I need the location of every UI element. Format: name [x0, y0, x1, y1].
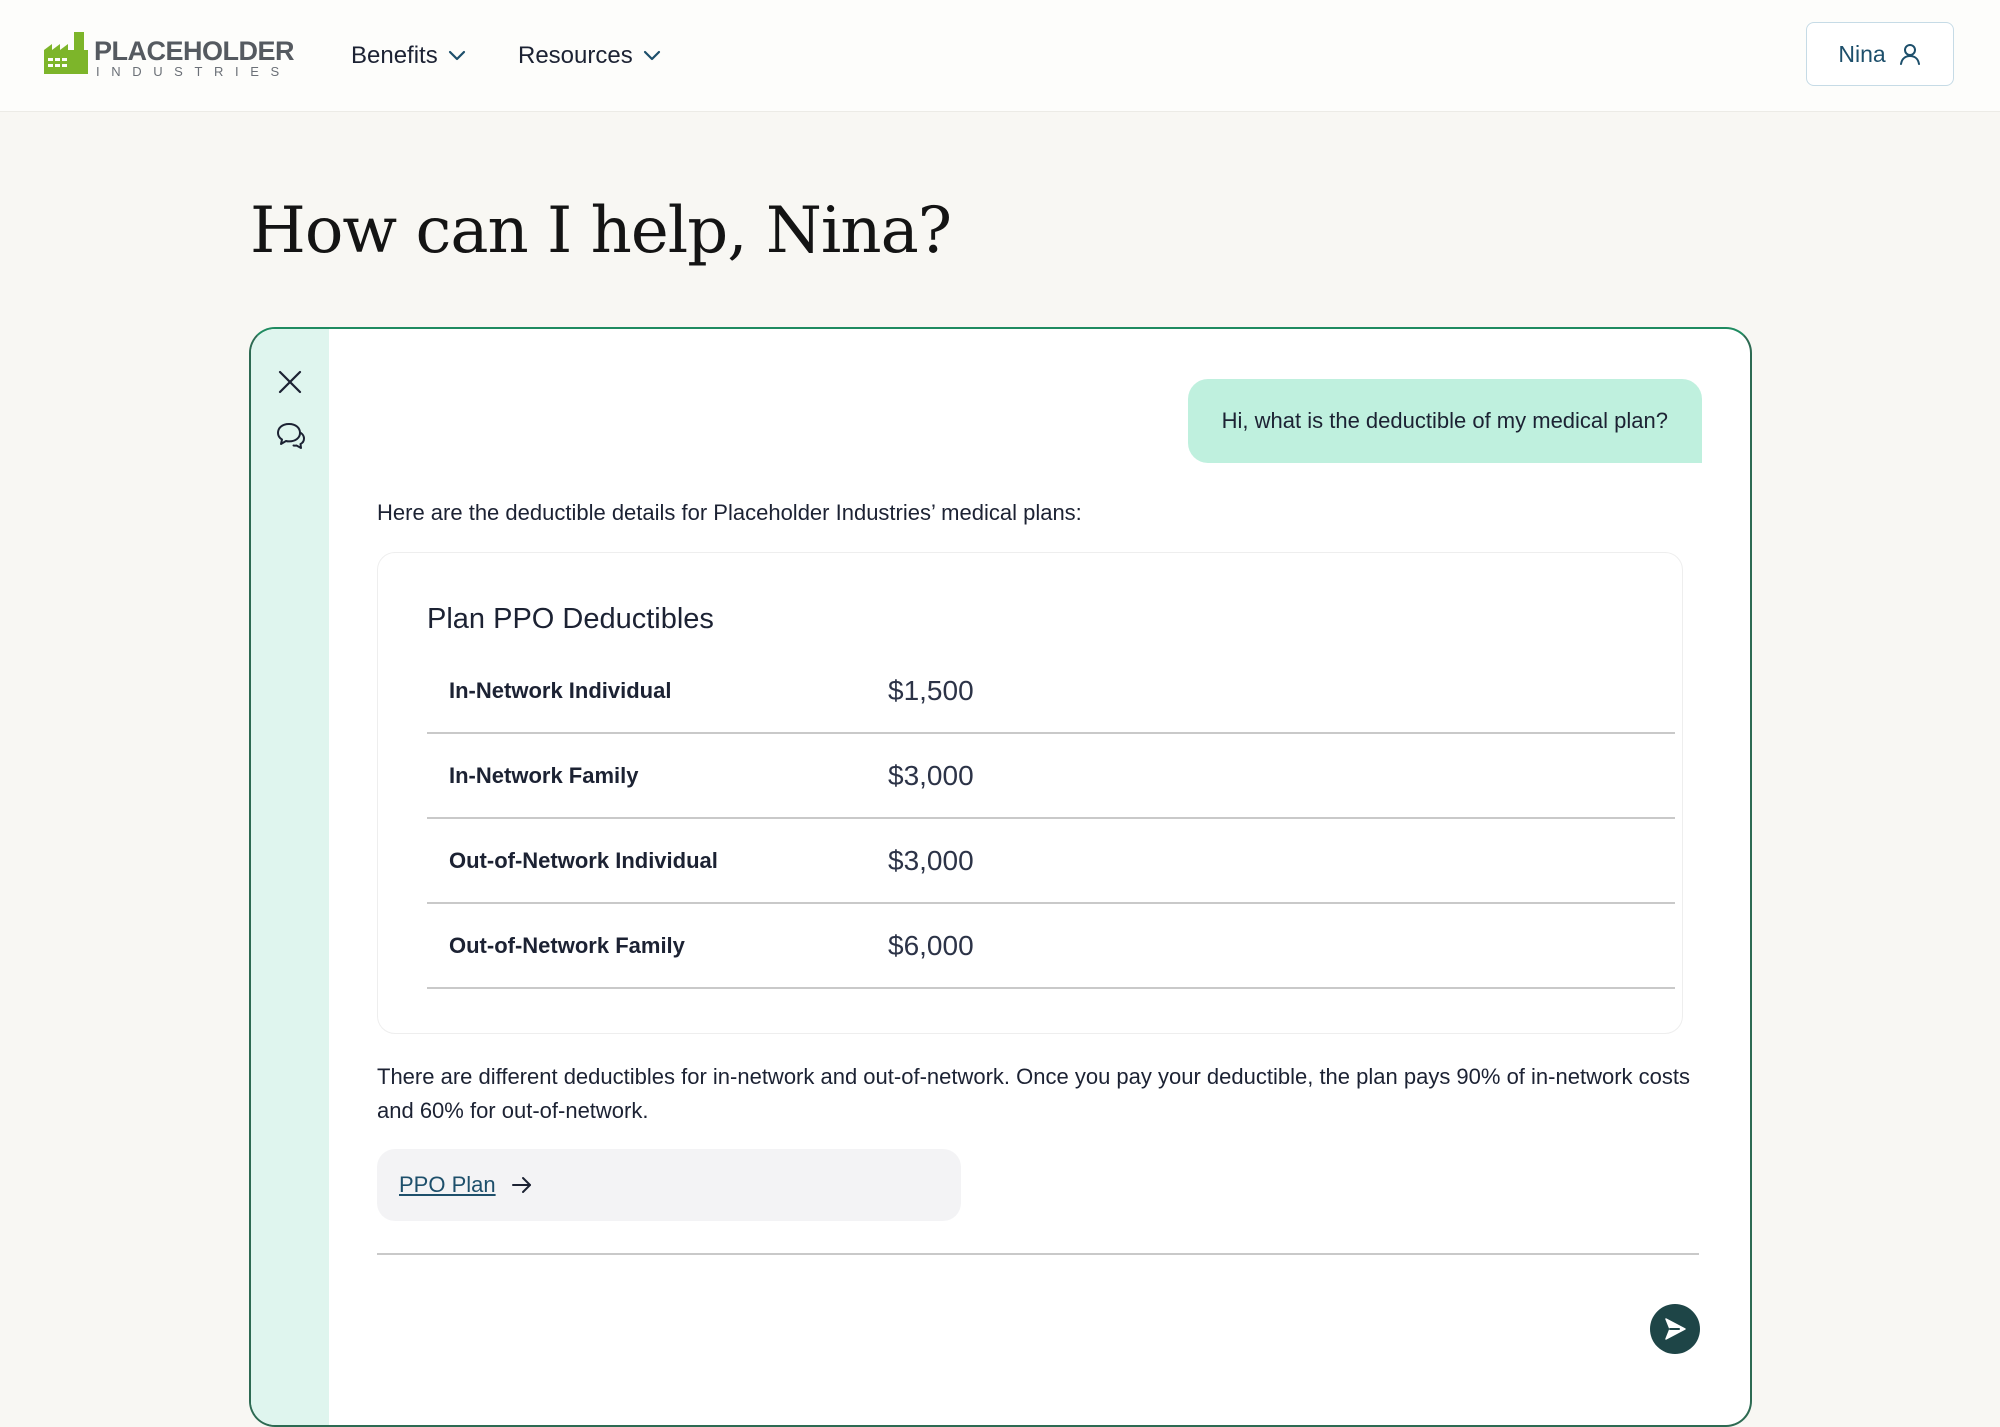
row-label: Out-of-Network Family	[449, 932, 685, 958]
user-name-label: Nina	[1838, 40, 1886, 67]
row-label: In-Network Individual	[449, 677, 672, 703]
chat-body: Hi, what is the deductible of my medical…	[329, 329, 1750, 1425]
assistant-intro-text: Here are the deductible details for Plac…	[377, 500, 1082, 525]
table-row: In-Network Family $3,000	[427, 734, 1675, 819]
top-header: PLACEHOLDER INDUSTRIES Benefits Resource…	[0, 0, 2000, 112]
chat-bubbles-icon[interactable]	[275, 420, 305, 450]
user-menu-button[interactable]: Nina	[1806, 22, 1954, 86]
row-value: $3,000	[888, 844, 974, 876]
chat-panel: Hi, what is the deductible of my medical…	[249, 327, 1752, 1427]
company-logo[interactable]: PLACEHOLDER INDUSTRIES	[44, 30, 295, 80]
chevron-down-icon	[643, 50, 660, 61]
table-row: Out-of-Network Family $6,000	[427, 904, 1675, 989]
assistant-followup-text: There are different deductibles for in-n…	[377, 1064, 1690, 1123]
logo-wordmark-top: PLACEHOLDER	[94, 36, 295, 66]
row-value: $6,000	[888, 929, 974, 961]
table-row: Out-of-Network Individual $3,000	[427, 819, 1675, 904]
ppo-plan-link-chip: PPO Plan	[377, 1149, 961, 1221]
deductible-table: In-Network Individual $1,500 In-Network …	[427, 649, 1675, 989]
arrow-right-icon[interactable]	[510, 1173, 534, 1197]
table-row: In-Network Individual $1,500	[427, 649, 1675, 734]
nav-benefits[interactable]: Benefits	[351, 40, 466, 72]
nav-resources[interactable]: Resources	[518, 40, 661, 72]
logo-wordmark-bottom: INDUSTRIES	[96, 64, 291, 79]
user-icon	[1899, 44, 1920, 65]
nav-benefits-label: Benefits	[351, 42, 438, 69]
message-input[interactable]	[377, 1269, 1621, 1351]
close-icon[interactable]	[275, 367, 305, 397]
ppo-plan-link[interactable]: PPO Plan	[399, 1172, 496, 1198]
user-message-text: Hi, what is the deductible of my medical…	[1221, 408, 1668, 433]
nav-resources-label: Resources	[518, 42, 633, 69]
deductible-card-title: Plan PPO Deductibles	[427, 603, 714, 635]
user-message-bubble: Hi, what is the deductible of my medical…	[1187, 379, 1702, 463]
deductible-card: Plan PPO Deductibles In-Network Individu…	[377, 552, 1683, 1034]
send-icon	[1665, 1318, 1686, 1340]
page-title: How can I help, Nina?	[250, 194, 952, 268]
chat-side-rail	[251, 329, 329, 1425]
send-button[interactable]	[1650, 1304, 1700, 1354]
row-value: $1,500	[888, 674, 974, 706]
row-label: Out-of-Network Individual	[449, 847, 718, 873]
chevron-down-icon	[448, 50, 465, 61]
row-value: $3,000	[888, 759, 974, 791]
composer-divider	[377, 1253, 1699, 1255]
factory-logo-icon	[44, 32, 88, 74]
row-label: In-Network Family	[449, 762, 639, 788]
